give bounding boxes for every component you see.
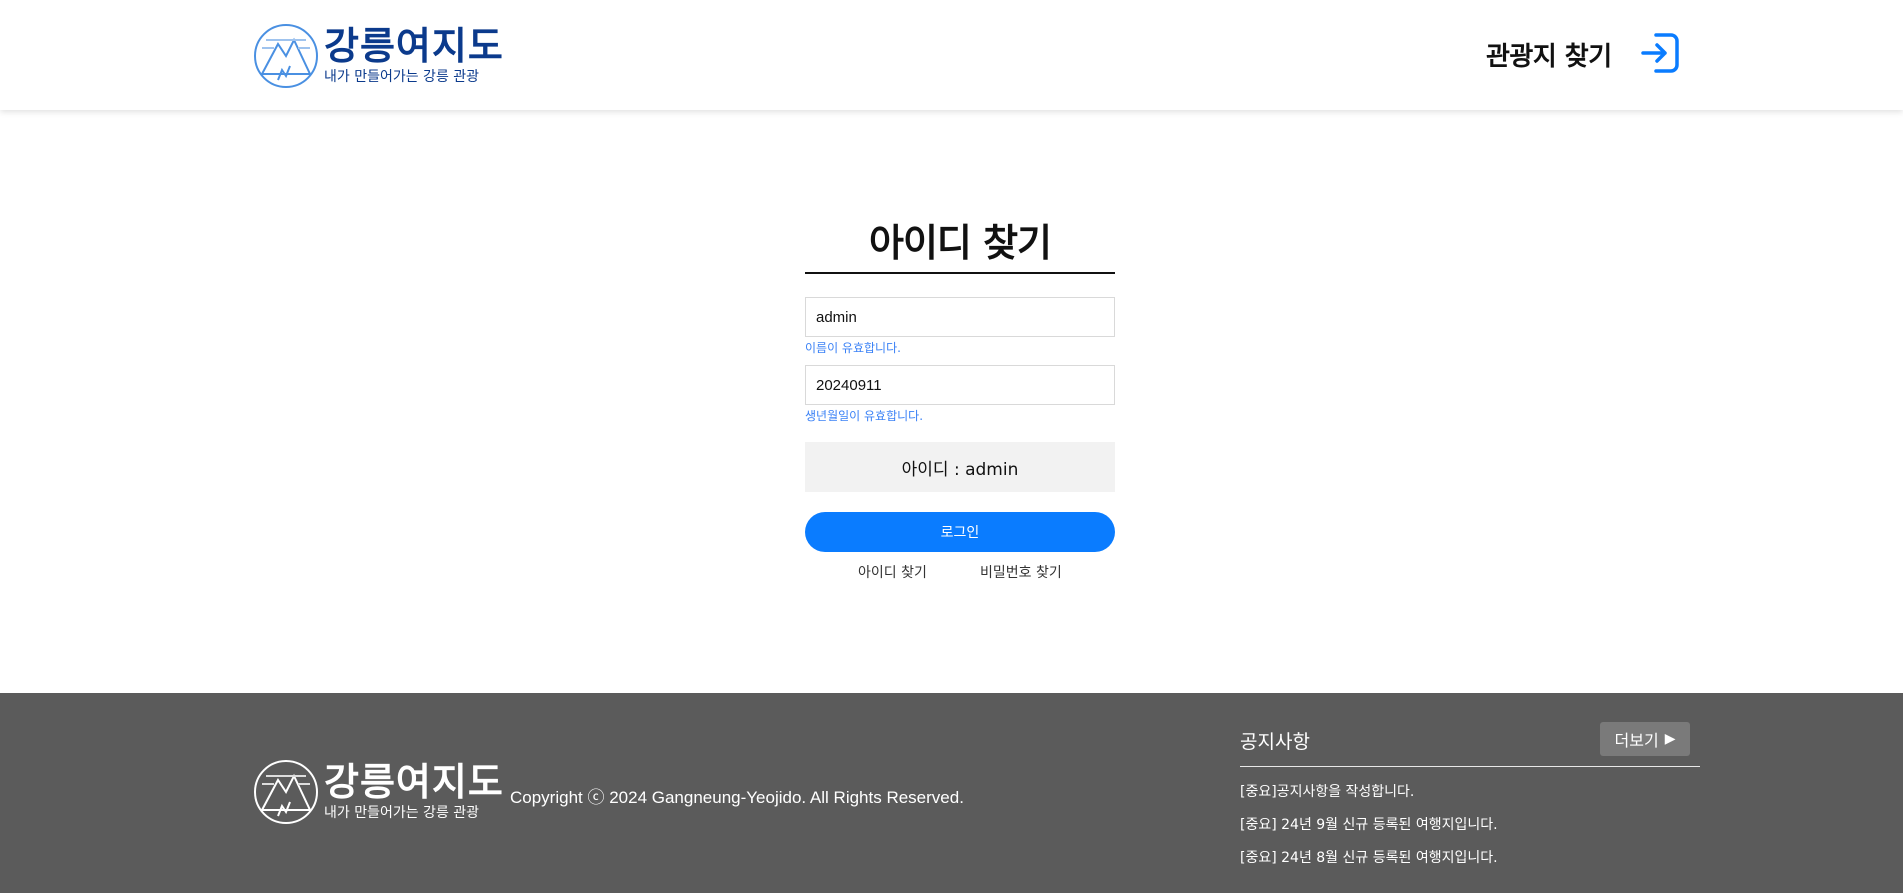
more-button[interactable]: 더보기 ▶	[1600, 722, 1690, 756]
mountain-emblem-icon	[254, 760, 318, 824]
birthdate-input[interactable]	[805, 365, 1115, 405]
nav-find-attractions[interactable]: 관광지 찾기	[1486, 36, 1612, 73]
title-divider	[805, 272, 1115, 274]
notice-divider	[1240, 766, 1700, 767]
name-input[interactable]	[805, 297, 1115, 337]
footer-logo-subtitle: 내가 만들어가는 강릉 관광	[324, 805, 480, 821]
logo-subtitle: 내가 만들어가는 강릉 관광	[324, 69, 480, 85]
found-id-result: 아이디 : admin	[805, 442, 1115, 492]
site-logo[interactable]: 강릉여지도 내가 만들어가는 강릉 관광	[252, 22, 504, 90]
site-footer: 강릉여지도 내가 만들어가는 강릉 관광 Copyright ⓒ 2024 Ga…	[0, 693, 1903, 893]
footer-logo-title: 강릉여지도	[324, 760, 504, 804]
more-button-label: 더보기	[1614, 731, 1659, 750]
logo-title: 강릉여지도	[324, 24, 504, 68]
play-arrow-icon: ▶	[1664, 731, 1676, 747]
notice-item[interactable]: [중요] 24년 8월 신규 등록된 여행지입니다.	[1240, 847, 1498, 867]
find-password-link[interactable]: 비밀번호 찾기	[980, 562, 1062, 582]
copyright-text: Copyright ⓒ 2024 Gangneung-Yeojido. All …	[510, 788, 964, 807]
page-title: 아이디 찾기	[868, 221, 1052, 265]
find-id-link[interactable]: 아이디 찾기	[858, 562, 927, 582]
login-icon[interactable]	[1638, 32, 1680, 74]
notice-title: 공지사항	[1240, 731, 1310, 753]
name-valid-message: 이름이 유효합니다.	[805, 341, 901, 355]
footer-logo: 강릉여지도 내가 만들어가는 강릉 관광	[252, 758, 504, 826]
login-button[interactable]: 로그인	[805, 512, 1115, 552]
notice-item[interactable]: [중요] 24년 9월 신규 등록된 여행지입니다.	[1240, 814, 1498, 834]
birthdate-valid-message: 생년월일이 유효합니다.	[805, 409, 924, 423]
notice-item[interactable]: [중요]공지사항을 작성합니다.	[1240, 781, 1414, 801]
site-header: 강릉여지도 내가 만들어가는 강릉 관광 관광지 찾기	[0, 0, 1903, 110]
mountain-emblem-icon	[254, 24, 318, 88]
